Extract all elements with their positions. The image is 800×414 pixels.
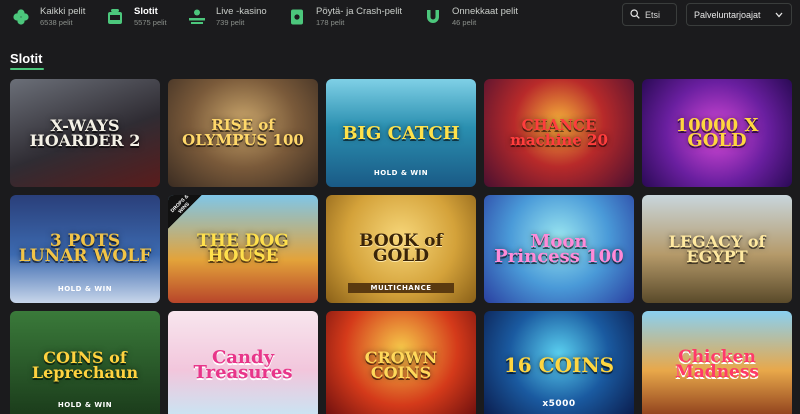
provider-select[interactable]: Palveluntarjoajat <box>686 3 792 26</box>
game-title: THE DOG HOUSE <box>197 231 289 266</box>
drops-and-wins-badge: DROPS & WINS <box>168 195 202 229</box>
game-tile-moon-princess-100[interactable]: Moon Princess 100 <box>484 195 634 303</box>
game-tile-chance-machine-20[interactable]: CHANCE machine 20 <box>484 79 634 187</box>
category-live-casino[interactable]: Live -kasino 739 pelit <box>188 4 267 30</box>
category-all-games[interactable]: Kaikki pelit 6538 pelit <box>12 4 85 30</box>
section-title: Slotit <box>10 51 43 66</box>
game-subtitle: MULTICHANCE <box>348 283 454 293</box>
search-box[interactable] <box>622 3 677 26</box>
provider-select-label: Palveluntarjoajat <box>694 9 761 20</box>
category-label: Live -kasino <box>216 6 267 17</box>
slot-machine-icon <box>106 8 124 26</box>
game-title: COINS of Leprechaun <box>31 348 139 382</box>
category-nav: Kaikki pelit 6538 pelit Slotit 5575 pelit … <box>0 0 800 34</box>
cards-icon <box>288 8 306 26</box>
game-tile-legacy-of-egypt[interactable]: LEGACY of EGYPT <box>642 195 792 303</box>
search-icon <box>630 6 640 24</box>
category-label: Slotit <box>134 6 158 17</box>
search-input[interactable] <box>645 9 677 20</box>
game-title: X-WAYS HOARDER 2 <box>29 116 141 150</box>
game-title: BIG CATCH <box>342 122 460 144</box>
game-tile-xways-hoarder-2[interactable]: X-WAYS HOARDER 2 <box>10 79 160 187</box>
game-tile-big-catch[interactable]: BIG CATCH HOLD & WIN <box>326 79 476 187</box>
game-title: BOOK of GOLD <box>359 231 443 266</box>
croupier-icon <box>188 8 206 26</box>
game-title: CHANCE machine 20 <box>510 116 608 149</box>
game-subtitle: HOLD & WIN <box>373 169 429 177</box>
clover-icon <box>12 8 30 26</box>
game-title: 16 COINS <box>503 352 615 377</box>
chevron-down-icon <box>775 10 783 20</box>
game-title: Chicken Madness <box>674 347 760 382</box>
category-label: Onnekkaat pelit <box>452 6 519 17</box>
game-tile-16-coins[interactable]: 16 COINS x5000 <box>484 311 634 414</box>
game-title: LEGACY of EGYPT <box>668 232 766 266</box>
category-label: Kaikki pelit <box>40 6 86 17</box>
category-table-crash[interactable]: Pöytä- ja Crash-pelit 178 pelit <box>288 4 402 30</box>
game-tile-chicken-madness[interactable]: Chicken Madness <box>642 311 792 414</box>
category-label: Pöytä- ja Crash-pelit <box>316 6 403 17</box>
game-tile-coins-of-leprechaun[interactable]: COINS of Leprechaun HOLD & WIN <box>10 311 160 414</box>
game-tile-10000x-gold[interactable]: 10000 X GOLD <box>642 79 792 187</box>
category-count: 5575 pelit <box>134 18 167 27</box>
game-tile-the-dog-house[interactable]: DROPS & WINS THE DOG HOUSE <box>168 195 318 303</box>
game-subtitle: HOLD & WIN <box>57 285 113 293</box>
game-tile-crown-coins[interactable]: CROWN COINS <box>326 311 476 414</box>
game-title: CROWN COINS <box>364 348 438 382</box>
game-tile-book-of-gold[interactable]: BOOK of GOLD MULTICHANCE <box>326 195 476 303</box>
section-title-underline <box>10 68 44 70</box>
horseshoe-icon <box>424 8 442 26</box>
game-tile-3-pots-lunar-wolf[interactable]: 3 POTS LUNAR WOLF HOLD & WIN <box>10 195 160 303</box>
game-tile-rise-of-olympus-100[interactable]: RISE of OLYMPUS 100 <box>168 79 318 187</box>
category-count: 178 pelit <box>316 18 345 27</box>
category-count: 739 pelit <box>216 18 245 27</box>
game-subtitle: x5000 <box>542 399 576 409</box>
category-slots[interactable]: Slotit 5575 pelit <box>106 4 167 30</box>
category-count: 46 pelit <box>452 18 477 27</box>
game-title: 10000 X GOLD <box>675 115 759 151</box>
category-lucky-games[interactable]: Onnekkaat pelit 46 pelit <box>424 4 518 30</box>
game-title: 3 POTS LUNAR WOLF <box>18 231 152 266</box>
game-subtitle: HOLD & WIN <box>57 401 113 409</box>
category-count: 6538 pelit <box>40 18 73 27</box>
game-title: Moon Princess 100 <box>494 231 624 267</box>
game-title: Candy Treasures <box>193 347 293 383</box>
game-tile-candy-treasures[interactable]: Candy Treasures <box>168 311 318 414</box>
game-title: RISE of OLYMPUS 100 <box>182 116 304 149</box>
